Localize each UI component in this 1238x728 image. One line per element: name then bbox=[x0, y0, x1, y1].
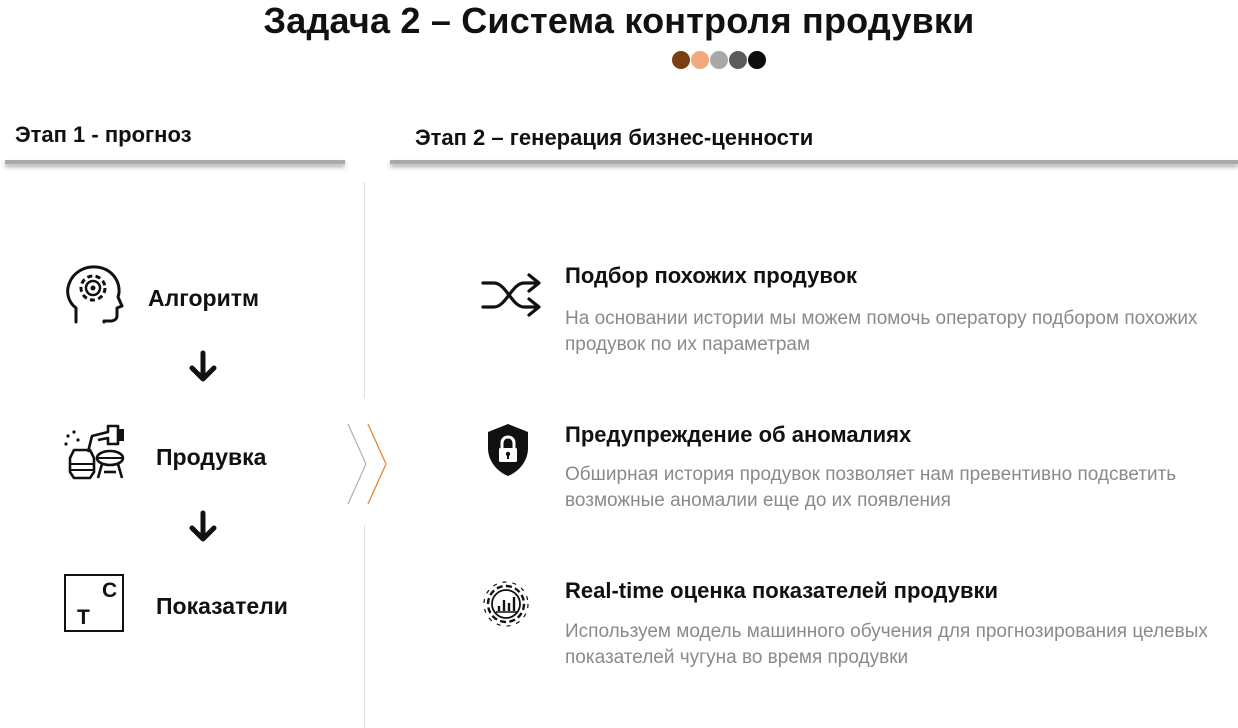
color-dot bbox=[710, 51, 728, 69]
feature-desc: Используем модель машинного обучения для… bbox=[565, 621, 1208, 668]
step-label-algorithm: Алгоритм bbox=[148, 285, 260, 311]
tc-indicators-icon: C T bbox=[64, 574, 124, 632]
feature-title: Подбор похожих продувок bbox=[565, 263, 858, 288]
chevron-right-icon bbox=[347, 423, 387, 505]
arrow-down-icon bbox=[189, 350, 217, 382]
color-dot bbox=[672, 51, 690, 69]
stage1-rule bbox=[5, 160, 345, 164]
stage2-rule bbox=[390, 160, 1238, 164]
divider-line-top bbox=[364, 182, 365, 398]
head-gear-icon bbox=[66, 265, 124, 324]
icon-letter-t: T bbox=[77, 606, 90, 629]
shuffle-arrows-icon bbox=[481, 273, 541, 317]
arrow-down-icon bbox=[189, 510, 217, 542]
shield-lock-icon bbox=[488, 424, 528, 476]
color-dot bbox=[748, 51, 766, 69]
icon-letter-c: C bbox=[102, 579, 118, 602]
feature-desc: Обширная история продувок позволяет нам … bbox=[565, 464, 1177, 511]
divider-line-bottom bbox=[364, 525, 365, 728]
feature-title: Предупреждение об аномалиях bbox=[565, 422, 912, 447]
feature-anomaly-warning: Предупреждение об аномалиях Обширная ист… bbox=[480, 422, 1220, 522]
color-dot bbox=[729, 51, 747, 69]
feature-title: Real-time оценка показателей продувки bbox=[565, 578, 999, 603]
feature-similar-blowings: Подбор похожих продувок На основании ист… bbox=[480, 263, 1220, 363]
gear-chart-icon bbox=[483, 581, 529, 627]
feature-desc: На основании истории мы можем помочь опе… bbox=[565, 308, 1198, 355]
page-title: Задача 2 – Система контроля продувки bbox=[263, 0, 975, 41]
color-dot bbox=[691, 51, 709, 69]
step-label-indicators: Показатели bbox=[156, 593, 288, 619]
stage1-label: Этап 1 - прогноз bbox=[15, 122, 192, 147]
stage2-label: Этап 2 – генерация бизнес-ценности bbox=[415, 125, 814, 150]
step-label-blowing: Продувка bbox=[156, 444, 267, 470]
feature-realtime-evaluation: Real-time оценка показателей продувки Ис… bbox=[480, 578, 1220, 678]
converter-icon bbox=[64, 424, 125, 480]
